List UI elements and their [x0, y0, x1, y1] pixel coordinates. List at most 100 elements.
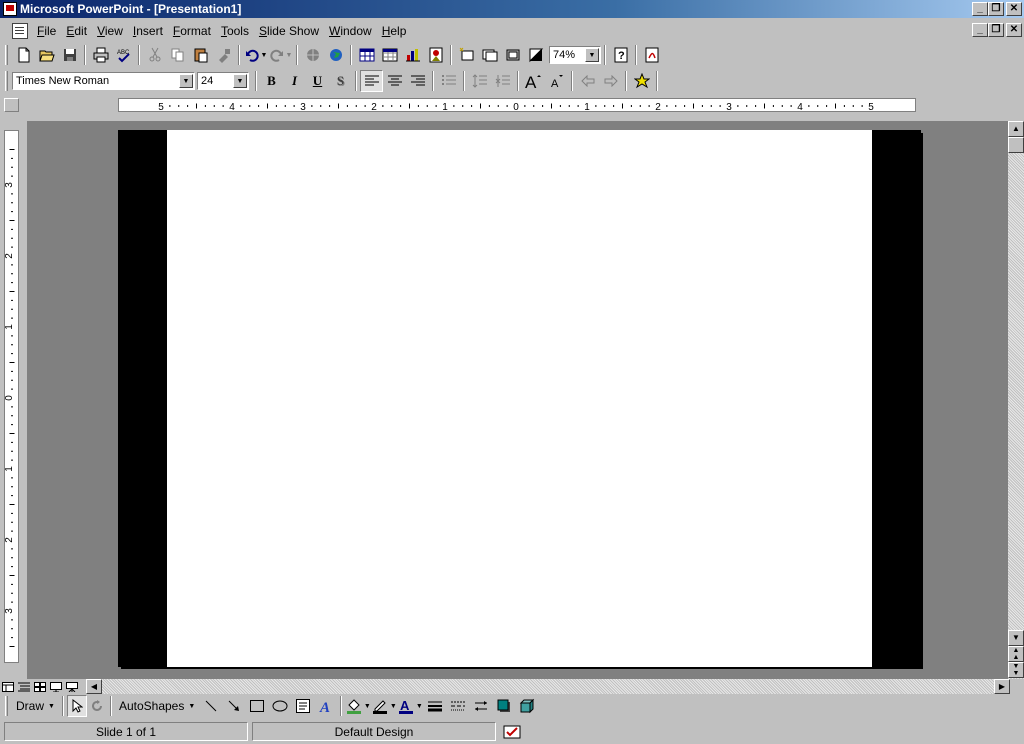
new-button[interactable]	[12, 44, 35, 66]
vertical-scrollbar[interactable]: ▲ ▼ ▲ ▲ ▼ ▼	[1008, 121, 1024, 679]
powerpoint-app-icon[interactable]	[3, 2, 17, 16]
menu-slide-show[interactable]: Slide Show	[254, 24, 324, 38]
redo-dropdown-icon[interactable]: ▼	[285, 52, 293, 59]
cut-button[interactable]	[143, 44, 166, 66]
scroll-down-button[interactable]: ▼	[1008, 630, 1024, 646]
save-button[interactable]	[58, 44, 81, 66]
line-style-button[interactable]	[423, 695, 446, 717]
spelling-status-icon[interactable]	[500, 722, 524, 741]
undo-dropdown-icon[interactable]: ▼	[260, 52, 268, 59]
wordart-button[interactable]: A	[314, 695, 337, 717]
arrow-style-button[interactable]	[469, 695, 492, 717]
horizontal-scrollbar[interactable]: ◀ ▶	[86, 679, 1010, 694]
line-button[interactable]	[199, 695, 222, 717]
format-painter-button[interactable]	[212, 44, 235, 66]
oval-button[interactable]	[268, 695, 291, 717]
doc-minimize-button[interactable]: _	[972, 23, 988, 37]
normal-view-button[interactable]	[0, 680, 16, 694]
toolbar-grip[interactable]	[5, 45, 8, 65]
fill-color-dropdown-icon[interactable]: ▼	[363, 703, 371, 710]
fill-color-button[interactable]	[345, 695, 363, 717]
underline-button[interactable]: U	[306, 70, 329, 92]
scroll-right-button[interactable]: ▶	[994, 679, 1010, 694]
document-icon[interactable]	[12, 23, 28, 39]
menu-help[interactable]: Help	[377, 24, 412, 38]
line-color-button[interactable]	[371, 695, 389, 717]
menu-format[interactable]: Format	[168, 24, 216, 38]
outline-view-button[interactable]	[16, 680, 32, 694]
insert-excel-button[interactable]	[378, 44, 401, 66]
menu-window[interactable]: Window	[324, 24, 377, 38]
copy-button[interactable]	[166, 44, 189, 66]
insert-chart-button[interactable]	[401, 44, 424, 66]
align-right-button[interactable]	[406, 70, 429, 92]
apply-design-button[interactable]	[501, 44, 524, 66]
insert-table-button[interactable]	[355, 44, 378, 66]
chevron-down-icon[interactable]: ▼	[585, 48, 599, 62]
vertical-ruler[interactable]: 3 2 1 0 1 2 3	[4, 130, 19, 663]
redo-button[interactable]	[268, 44, 285, 66]
align-left-button[interactable]	[360, 70, 383, 92]
rectangle-button[interactable]	[245, 695, 268, 717]
menu-file[interactable]: File	[32, 24, 61, 38]
paste-button[interactable]	[189, 44, 212, 66]
spelling-button[interactable]: ABC	[112, 44, 135, 66]
next-slide-button[interactable]: ▼ ▼	[1008, 662, 1024, 678]
font-name-combobox[interactable]: Times New Roman ▼	[12, 72, 195, 90]
demote-button[interactable]	[599, 70, 622, 92]
font-size-combobox[interactable]: 24 ▼	[197, 72, 249, 90]
slide-layout-button[interactable]	[478, 44, 501, 66]
slide-sorter-view-button[interactable]	[32, 680, 48, 694]
insert-clipart-button[interactable]	[424, 44, 447, 66]
select-objects-button[interactable]	[66, 695, 87, 717]
zoom-combobox[interactable]: 74% ▼	[549, 46, 601, 64]
decrease-font-size-button[interactable]: A	[545, 70, 568, 92]
bullets-button[interactable]	[437, 70, 460, 92]
acrobat-button[interactable]	[640, 44, 663, 66]
open-button[interactable]	[35, 44, 58, 66]
promote-button[interactable]	[576, 70, 599, 92]
arrow-button[interactable]	[222, 695, 245, 717]
print-button[interactable]	[89, 44, 112, 66]
increase-spacing-button[interactable]	[468, 70, 491, 92]
draw-menu-button[interactable]: Draw ▼	[12, 696, 59, 716]
doc-close-button[interactable]: ✕	[1006, 23, 1022, 37]
shadow-button[interactable]	[492, 695, 515, 717]
menu-view[interactable]: View	[92, 24, 128, 38]
decrease-spacing-button[interactable]	[491, 70, 514, 92]
grayscale-preview-button[interactable]	[524, 44, 547, 66]
text-shadow-button[interactable]: S	[329, 70, 352, 92]
slide-canvas[interactable]	[167, 130, 872, 667]
web-toolbar-button[interactable]	[324, 44, 347, 66]
3d-button[interactable]	[515, 695, 538, 717]
line-color-dropdown-icon[interactable]: ▼	[389, 703, 397, 710]
chevron-down-icon[interactable]: ▼	[233, 74, 247, 88]
previous-slide-button[interactable]: ▲ ▲	[1008, 646, 1024, 662]
scroll-thumb[interactable]	[1008, 137, 1024, 153]
horizontal-ruler[interactable]: 5 4 3 2 1 0 1 2 3 4 5	[118, 98, 916, 112]
toolbar-grip[interactable]	[5, 696, 8, 716]
dash-style-button[interactable]	[446, 695, 469, 717]
menu-tools[interactable]: Tools	[216, 24, 254, 38]
menu-insert[interactable]: Insert	[128, 24, 168, 38]
menu-edit[interactable]: Edit	[61, 24, 92, 38]
autoshapes-menu-button[interactable]: AutoShapes ▼	[115, 696, 199, 716]
text-box-button[interactable]	[291, 695, 314, 717]
animation-effects-button[interactable]	[630, 70, 653, 92]
align-center-button[interactable]	[383, 70, 406, 92]
scroll-up-button[interactable]: ▲	[1008, 121, 1024, 137]
scroll-left-button[interactable]: ◀	[86, 679, 102, 694]
slide-view-button[interactable]	[48, 680, 64, 694]
font-color-dropdown-icon[interactable]: ▼	[415, 703, 423, 710]
slide-show-button[interactable]	[64, 680, 80, 694]
restore-button[interactable]: ❐	[988, 2, 1004, 16]
doc-restore-button[interactable]: ❐	[988, 23, 1004, 37]
increase-font-size-button[interactable]: A	[522, 70, 545, 92]
bold-button[interactable]: B	[260, 70, 283, 92]
chevron-down-icon[interactable]: ▼	[179, 74, 193, 88]
font-color-button[interactable]: A	[397, 695, 415, 717]
close-button[interactable]: ✕	[1006, 2, 1022, 16]
free-rotate-button[interactable]	[87, 695, 107, 717]
toolbar-grip[interactable]	[5, 71, 8, 91]
help-button[interactable]: ?	[609, 44, 632, 66]
